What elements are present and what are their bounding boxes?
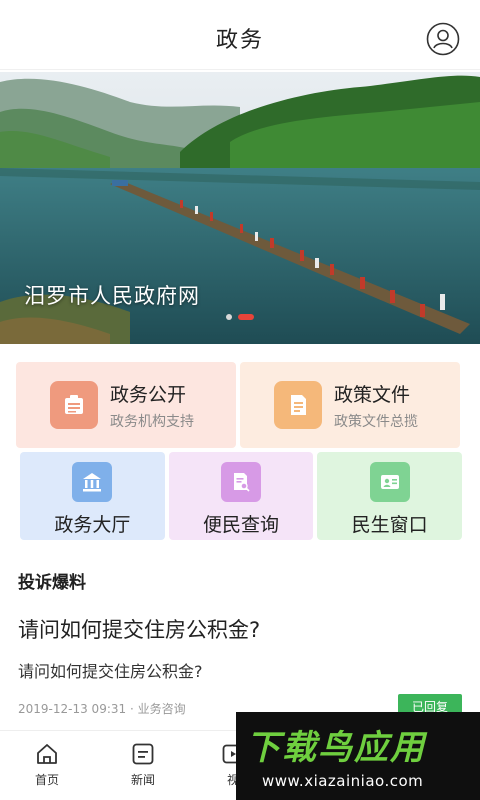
feature-card-zhengwu-dating[interactable]: 政务大厅 xyxy=(20,452,165,540)
tab-news[interactable]: 新闻 xyxy=(113,741,173,788)
carousel-indicator xyxy=(226,314,254,320)
feature-title: 政务公开 xyxy=(110,383,187,406)
bank-icon xyxy=(72,462,113,502)
feature-card-zhengwu-gongkai[interactable]: 政务公开 政务机构支持 xyxy=(16,362,236,448)
carousel-dot[interactable] xyxy=(226,314,232,320)
file-icon xyxy=(274,381,322,429)
feature-card-bianmin-chaxun[interactable]: 便民查询 xyxy=(168,452,314,540)
document-list-icon xyxy=(50,381,98,429)
feature-title: 政策文件 xyxy=(334,383,411,406)
news-icon xyxy=(132,743,154,765)
question-meta: 2019-12-13 09:31 · 业务咨询 xyxy=(18,702,186,716)
id-card-icon xyxy=(369,462,410,502)
watermark-url: www.xiazainiao.com xyxy=(262,772,424,790)
tab-home[interactable]: 首页 xyxy=(17,741,77,788)
feature-card-zhengce-wenjian[interactable]: 政策文件 政策文件总揽 xyxy=(240,362,460,448)
page-title: 政务 xyxy=(215,27,264,53)
watermark-brand: 下载鸟应用 xyxy=(246,728,426,768)
app-header: 政务 xyxy=(0,6,480,70)
search-document-icon xyxy=(221,462,261,502)
section-title: 投诉爆料 xyxy=(18,573,86,593)
feature-subtitle: 政务机构支持 xyxy=(110,413,194,430)
tab-label: 首页 xyxy=(34,773,59,787)
watermark-logo: 下载鸟应用 www.xiazainiao.com xyxy=(236,712,480,800)
feature-card-minsheng-chuangkou[interactable]: 民生窗口 xyxy=(317,452,463,540)
feature-subtitle: 政策文件总揽 xyxy=(334,413,418,430)
home-icon xyxy=(37,744,57,764)
carousel-dot-active[interactable] xyxy=(238,314,254,320)
feature-grid-bottom: 政务大厅 便民查询 民生窗口 xyxy=(20,452,463,540)
banner-caption: 汨罗市人民政府网 xyxy=(24,284,200,308)
tab-label: 新闻 xyxy=(130,773,155,787)
feature-label: 政务大厅 xyxy=(54,514,131,536)
feature-label: 民生窗口 xyxy=(351,514,428,536)
question-title[interactable]: 请问如何提交住房公积金? xyxy=(18,614,260,644)
feature-grid-top: 政务公开 政务机构支持 政策文件 政策文件总揽 xyxy=(16,362,460,448)
user-icon[interactable] xyxy=(426,22,460,56)
question-summary: 请问如何提交住房公积金? xyxy=(18,662,203,681)
banner-carousel[interactable]: 汨罗市人民政府网 xyxy=(0,72,480,344)
feature-label: 便民查询 xyxy=(203,514,280,536)
